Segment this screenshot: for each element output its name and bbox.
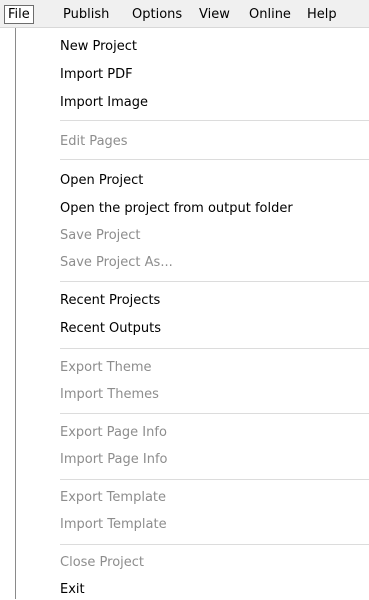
menu-item-exit[interactable]: Exit <box>60 580 85 600</box>
menu-item-recent-outputs[interactable]: Recent Outputs <box>60 319 161 339</box>
menu-separator <box>60 413 369 414</box>
menu-item-import-page-info: Import Page Info <box>60 452 168 467</box>
menu-item-import-image[interactable]: Import Image <box>60 93 148 113</box>
menu-item-open-project[interactable]: Open Project <box>60 171 143 191</box>
menu-item-export-page-info: Export Page Info <box>60 425 167 440</box>
menu-separator <box>60 159 369 160</box>
menu-item-import-pdf[interactable]: Import PDF <box>60 65 133 85</box>
menu-separator <box>60 281 369 282</box>
menu-options[interactable]: Options <box>129 5 185 24</box>
menu-item-save-project-as: Save Project As... <box>60 255 173 270</box>
menu-separator <box>60 544 369 545</box>
menu-item-edit-pages: Edit Pages <box>60 134 128 149</box>
menu-item-export-template: Export Template <box>60 490 167 505</box>
menu-help[interactable]: Help <box>304 5 340 24</box>
menu-bar: File Publish Options View Online Help <box>0 0 369 28</box>
menu-file[interactable]: File <box>4 5 34 24</box>
menu-item-new-project[interactable]: New Project <box>60 37 137 57</box>
menu-separator <box>60 479 369 480</box>
file-dropdown-menu: New Project Import PDF Import Image Edit… <box>15 28 369 599</box>
menu-separator <box>60 120 369 121</box>
menu-item-export-theme: Export Theme <box>60 360 152 375</box>
menu-item-recent-projects[interactable]: Recent Projects <box>60 291 160 311</box>
menu-separator <box>60 348 369 349</box>
menu-item-close-project: Close Project <box>60 555 145 570</box>
menu-item-import-themes: Import Themes <box>60 387 159 402</box>
menu-online[interactable]: Online <box>246 5 294 24</box>
menu-publish[interactable]: Publish <box>60 5 112 24</box>
menu-item-save-project: Save Project <box>60 228 141 243</box>
menu-item-open-from-output-folder[interactable]: Open the project from output folder <box>60 199 293 219</box>
menu-item-import-template: Import Template <box>60 517 167 532</box>
menu-view[interactable]: View <box>196 5 233 24</box>
